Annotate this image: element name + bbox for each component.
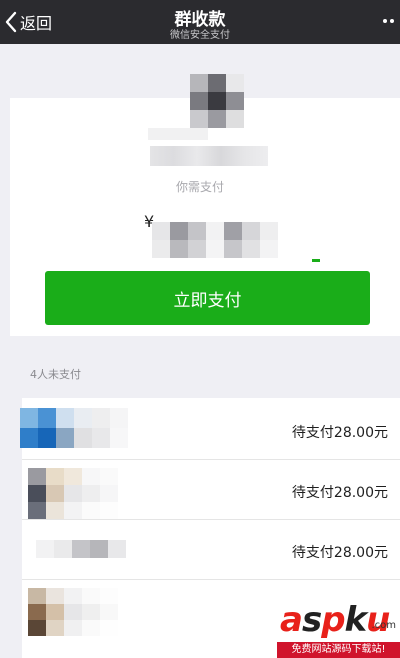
member-avatar bbox=[28, 588, 118, 636]
more-options-button[interactable] bbox=[378, 12, 398, 30]
list-item: 待支付28.00元 bbox=[20, 400, 400, 460]
pay-now-button[interactable]: 立即支付 bbox=[45, 271, 370, 325]
pending-status: 待支付28.00元 bbox=[291, 425, 388, 441]
need-pay-label: 你需支付 bbox=[175, 180, 224, 194]
unpaid-count-header: 4人未支付 bbox=[30, 368, 81, 381]
payee-name-blur bbox=[148, 128, 208, 140]
member-avatar bbox=[36, 540, 126, 558]
amount-blurred bbox=[152, 222, 278, 258]
list-item: 待支付28.00元 bbox=[22, 460, 400, 520]
pending-status: 待支付28.00元 bbox=[291, 545, 388, 561]
more-dot-icon bbox=[382, 19, 387, 23]
page-subtitle: 微信安全支付 bbox=[170, 30, 230, 41]
progress-dot bbox=[312, 259, 320, 262]
list-item: 待支付28.00元 bbox=[22, 520, 400, 580]
payee-avatar bbox=[190, 74, 244, 128]
more-dot-icon bbox=[389, 19, 394, 23]
member-avatar bbox=[28, 468, 118, 519]
payee-note-blur bbox=[150, 146, 268, 166]
watermark-slogan: 免费网站源码下载站! bbox=[277, 642, 400, 658]
navigation-bar: 返回 群收款 微信安全支付 bbox=[0, 0, 400, 44]
member-avatar bbox=[20, 408, 128, 448]
watermark-domain: .com bbox=[371, 620, 396, 631]
pending-status: 待支付28.00元 bbox=[291, 485, 388, 501]
site-watermark: aspku .com 免费网站源码下载站! bbox=[277, 598, 400, 658]
